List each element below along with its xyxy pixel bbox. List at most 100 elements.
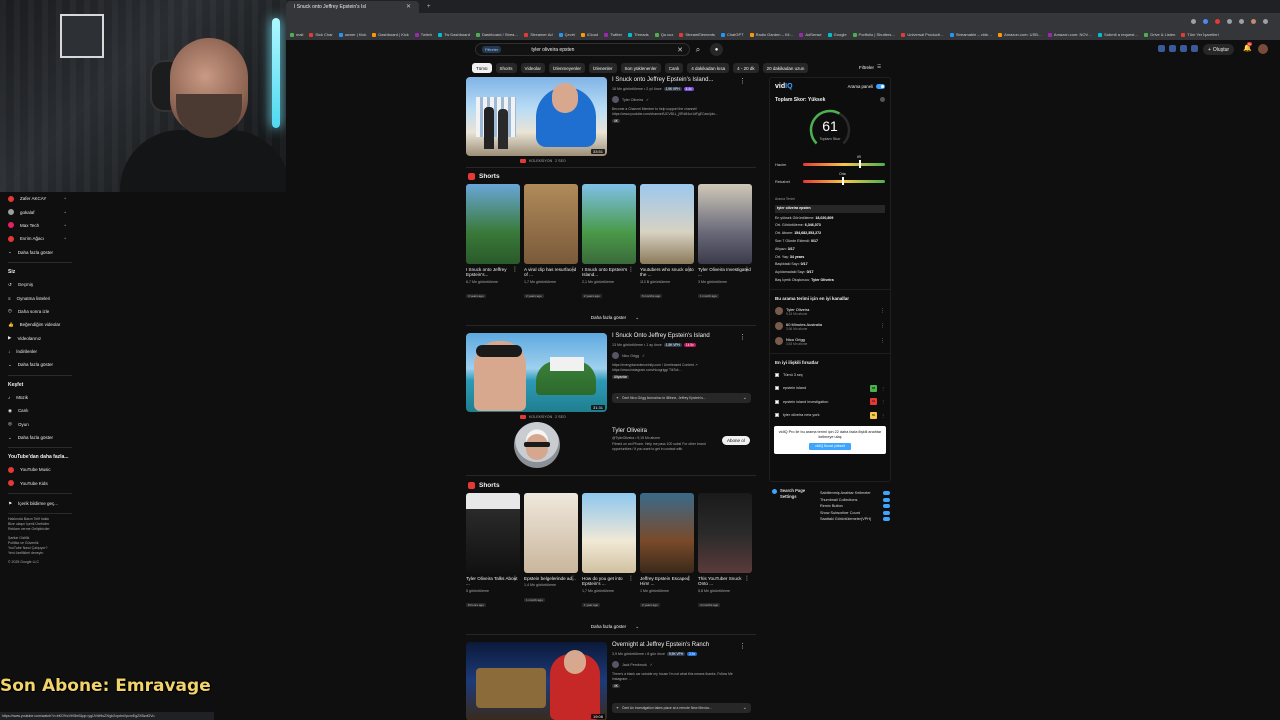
browser-tab[interactable]: I Snuck onto Jeffrey Epstein's Isl ✕	[286, 0, 420, 13]
extension-icon[interactable]	[1227, 18, 1232, 24]
bookmark-item[interactable]: Drive & Listen	[1144, 32, 1175, 37]
sidebar-item[interactable]: ⌄ Daha fazla göster	[0, 431, 80, 444]
more-options-icon[interactable]: ⋮	[739, 77, 746, 85]
new-tab-icon[interactable]: +	[427, 4, 431, 10]
extension-icon[interactable]	[1180, 45, 1187, 52]
filter-chip[interactable]: Son yüklenenler	[620, 63, 661, 73]
short-card[interactable]: Jeffrey Epstein Escaped Him! ... 1 Mn gör…	[640, 493, 694, 611]
select-all-keywords[interactable]: Tümü 3 seç	[770, 368, 890, 382]
bookmark-item[interactable]: Portfolio | Shutters…	[852, 32, 895, 37]
sidebar-item[interactable]: ▶ Videolarınız	[0, 332, 80, 345]
top-channel-item[interactable]: 60 Minutes Australia 3,96 Mn abone ⋮	[770, 319, 890, 334]
extension-icon[interactable]	[1169, 45, 1176, 52]
filters-button[interactable]: Filtreler ☰	[859, 64, 881, 70]
short-card[interactable]: A viral clip has resurfaced of ... 1,7 Mn…	[524, 184, 578, 302]
show-more-shorts-button[interactable]: Daha fazla göster ⌄	[466, 622, 756, 632]
sidebar-item[interactable]: ↺ Geçmiş	[0, 278, 80, 291]
bookmark-item[interactable]: Amazon.com: USB…	[998, 32, 1042, 37]
more-options-icon[interactable]: ⋮	[570, 575, 576, 582]
search-filter-chip[interactable]: Filtreler	[482, 46, 502, 53]
menu-icon[interactable]	[1263, 18, 1268, 24]
subscription-item[interactable]: Max Tech •	[0, 219, 80, 232]
create-button[interactable]: + Oluştur	[1203, 44, 1235, 55]
bookmark-item[interactable]: Tüm Yer İşaretleri	[1181, 32, 1219, 37]
search-input[interactable]: Filtreler tyler oliveira epsten ✕	[475, 43, 690, 56]
bookmark-item[interactable]: Universal Producti…	[901, 32, 944, 37]
short-card[interactable]: Youtubers who snuck onto the ... 113 B gö…	[640, 184, 694, 302]
sidebar-item[interactable]: YouTube Kids	[0, 477, 80, 490]
short-thumbnail[interactable]	[698, 184, 752, 264]
bookmark-item[interactable]: iCloud	[580, 32, 598, 37]
ai-summary[interactable]: ✦ Özet Nico Grigg ilonnaimo to illlllnne…	[612, 393, 751, 403]
filter-chip[interactable]: 4 - 20 dk	[733, 63, 759, 73]
bookmark-item[interactable]: Tw Dashboard	[438, 32, 470, 37]
filter-chip[interactable]: Videolar	[520, 63, 545, 73]
short-thumbnail[interactable]	[640, 493, 694, 573]
video-title[interactable]: I Snuck Onto Jeffrey Epstein's Island	[612, 333, 744, 340]
keyword-item[interactable]: tyler oliveira new york 50 ⋮	[770, 408, 890, 422]
bookmark-item[interactable]: Twitter	[604, 32, 622, 37]
bookmark-item[interactable]: Dashboard / Strea…	[475, 32, 518, 37]
bookmark-item[interactable]: Twitch	[414, 32, 432, 37]
bookmark-item[interactable]: mail	[290, 32, 303, 37]
short-card[interactable]: I Snuck onto Jeffrey Epstein's... 6,7 Mn …	[466, 184, 520, 302]
video-title[interactable]: I Snuck onto Jeffrey Epstein's Island...	[612, 77, 744, 84]
top-channel-item[interactable]: Tyler Oliveira 9,15 Mn abone ⋮	[770, 304, 890, 319]
bookmark-item[interactable]: Threads	[628, 32, 649, 37]
show-more-shorts-button[interactable]: Daha fazla göster ⌄	[466, 313, 756, 323]
channel-avatar-large[interactable]	[514, 422, 560, 468]
channel-avatar[interactable]	[612, 661, 619, 668]
sidebar-item[interactable]: ◉ Canlı	[0, 404, 80, 417]
more-options-icon[interactable]: ⋮	[744, 575, 750, 582]
filter-chip[interactable]: 20 dakikadan uzun	[762, 63, 809, 73]
bookmark-item[interactable]: Sick Char	[309, 32, 333, 37]
more-options-icon[interactable]: ⋮	[628, 575, 634, 582]
short-card[interactable]: Tyler Oliveira Investigated ... 3 Mn görü…	[698, 184, 752, 302]
more-options-icon[interactable]: ⋮	[570, 266, 576, 273]
more-options-icon[interactable]: ⋮	[512, 575, 518, 582]
toggle-switch[interactable]	[883, 491, 890, 495]
bookmark-item[interactable]: Google	[827, 32, 847, 37]
subscription-item[interactable]: Evrim Ağacı •	[0, 232, 80, 245]
short-card[interactable]: Tyler Oliveira Talks About ... 5 görüntül…	[466, 493, 520, 611]
you-section-title[interactable]: Siz	[0, 266, 80, 278]
chevron-down-icon[interactable]: ⌄	[743, 705, 747, 711]
video-thumbnail[interactable]: 33:51	[466, 77, 607, 156]
toggle-switch[interactable]	[883, 510, 890, 515]
more-options-icon[interactable]: ⋮	[880, 323, 885, 329]
vidiq-icon[interactable]	[1158, 45, 1165, 52]
extension-icon[interactable]	[1203, 18, 1208, 24]
keyword-item[interactable]: epstein island investigation 41 ⋮	[770, 395, 890, 409]
bookmark-item[interactable]: StreamElements	[679, 32, 715, 37]
more-options-icon[interactable]: ⋮	[744, 266, 750, 273]
sidebar-item[interactable]: ≡ Oynatma listeleri	[0, 291, 80, 304]
subscription-item[interactable]: Zafer AKCAY •	[0, 192, 80, 205]
short-thumbnail[interactable]	[698, 493, 752, 573]
channel-card[interactable]: Tyler Oliveira @TylerOliveira • 9,15 Mn …	[466, 422, 756, 472]
video-thumbnail[interactable]: 19:08	[466, 642, 607, 720]
checkbox[interactable]	[775, 372, 779, 377]
channel-name[interactable]: Jack Pembrook	[622, 663, 647, 667]
top-channel-item[interactable]: Nico Grigg 3,53 Mn abone ⋮	[770, 334, 890, 349]
video-thumbnail[interactable]: 31:31	[466, 333, 607, 412]
checkbox[interactable]	[775, 413, 779, 418]
bookmark-item[interactable]: ChatGPT	[720, 32, 744, 37]
extension-icon[interactable]	[1191, 18, 1196, 24]
sidebar-item[interactable]: ♪ Müzik	[0, 391, 80, 404]
chevron-down-icon[interactable]: ⌄	[743, 395, 747, 401]
bookmark-item[interactable]: Çeviri	[558, 32, 575, 37]
short-thumbnail[interactable]	[582, 493, 636, 573]
filter-chip[interactable]: İzlenenler	[588, 63, 617, 73]
ai-summary[interactable]: ✦ Özet An investigation takes place at a…	[612, 703, 751, 713]
upgrade-button[interactable]: vidIQ Boost yükselt	[809, 442, 851, 450]
collection-label[interactable]: KOLEKSİYON	[529, 415, 552, 419]
more-options-icon[interactable]: ⋮	[880, 338, 885, 344]
filter-chip[interactable]: Tümü	[472, 63, 492, 73]
profile-icon[interactable]	[1251, 18, 1256, 24]
more-options-icon[interactable]: ⋮	[686, 575, 692, 582]
close-tab-icon[interactable]: ✕	[406, 3, 411, 10]
collection-label[interactable]: KOLEKSİYON	[529, 159, 552, 163]
more-options-icon[interactable]: ⋮	[880, 308, 885, 314]
filter-chip[interactable]: İzlenmeyenler	[548, 63, 585, 73]
toggle-switch[interactable]	[883, 517, 890, 521]
